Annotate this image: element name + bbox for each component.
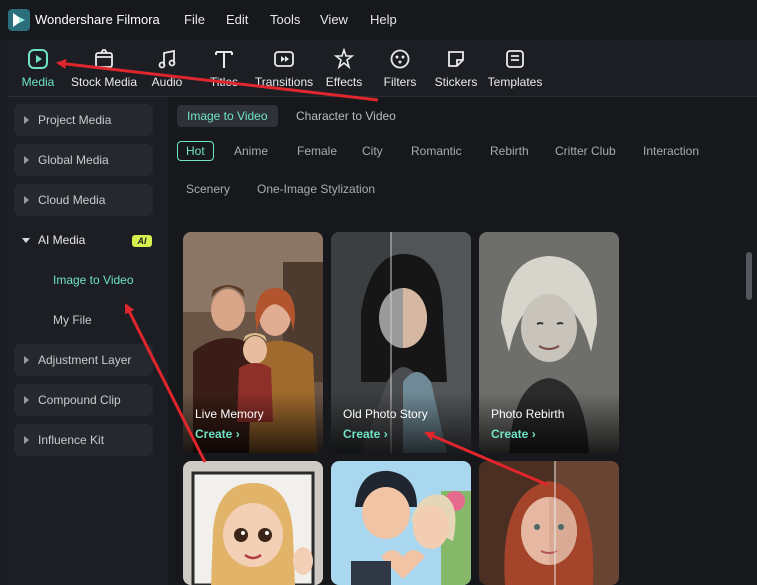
chevron-right-icon xyxy=(24,356,29,364)
toolbar-stock-media[interactable]: Stock Media xyxy=(69,40,139,96)
template-card-photo-rebirth[interactable]: Photo Rebirth Create › xyxy=(479,232,619,453)
card-title: Live Memory xyxy=(195,407,264,421)
sidebar-subitem-image-to-video[interactable]: Image to Video xyxy=(53,273,134,287)
sidebar-item-ai-media[interactable]: AI Media AI xyxy=(14,224,153,256)
toolbar-titles-label: Titles xyxy=(209,75,239,89)
toolbar-stock-media-label: Stock Media xyxy=(70,75,138,89)
chevron-right-icon xyxy=(24,156,29,164)
sidebar-item-compound-clip[interactable]: Compound Clip xyxy=(14,384,153,416)
templates-icon xyxy=(506,50,524,68)
ai-badge: AI xyxy=(132,235,152,247)
sidebar-item-project-media[interactable]: Project Media xyxy=(14,104,153,136)
category-anime[interactable]: Anime xyxy=(234,142,268,160)
toolbar-effects[interactable]: Effects xyxy=(324,40,364,96)
toolbar-transitions-label: Transitions xyxy=(254,75,314,89)
category-city[interactable]: City xyxy=(362,142,383,160)
couple-heart-thumbnail xyxy=(331,461,471,585)
menu-tools[interactable]: Tools xyxy=(270,12,300,27)
card-create-link[interactable]: Create › xyxy=(195,427,240,441)
sidebar-subitem-my-file[interactable]: My File xyxy=(53,313,92,327)
cartoon-girl-thumbnail xyxy=(183,461,323,585)
chevron-down-icon xyxy=(22,238,30,243)
sidebar-item-label: Adjustment Layer xyxy=(38,353,132,367)
category-rebirth[interactable]: Rebirth xyxy=(490,142,529,160)
menu-edit[interactable]: Edit xyxy=(226,12,248,27)
sidebar-item-influence-kit[interactable]: Influence Kit xyxy=(14,424,153,456)
media-icon xyxy=(28,49,48,69)
filmora-logo-icon xyxy=(8,9,30,31)
menu-help[interactable]: Help xyxy=(370,12,397,27)
sidebar-item-global-media[interactable]: Global Media xyxy=(14,144,153,176)
card-title: Old Photo Story xyxy=(343,407,428,421)
menu-file[interactable]: File xyxy=(184,12,205,27)
category-romantic[interactable]: Romantic xyxy=(411,142,462,160)
toolbar-filters[interactable]: Filters xyxy=(380,40,420,96)
filters-icon xyxy=(390,49,410,69)
chevron-right-icon xyxy=(24,436,29,444)
category-critter-club[interactable]: Critter Club xyxy=(555,142,616,160)
card-title: Photo Rebirth xyxy=(491,407,565,421)
toolbar-stickers-label: Stickers xyxy=(434,75,478,89)
card-create-link[interactable]: Create › xyxy=(491,427,536,441)
card-create-link[interactable]: Create › xyxy=(343,427,388,441)
redhead-portrait-thumbnail xyxy=(479,461,619,585)
sidebar-item-label: Global Media xyxy=(38,153,109,167)
category-one-image-stylization[interactable]: One-Image Stylization xyxy=(257,180,375,198)
toolbar-filters-label: Filters xyxy=(383,75,417,89)
toolbar-media-label: Media xyxy=(21,75,55,89)
toolbar-effects-label: Effects xyxy=(325,75,363,89)
toolbar-templates[interactable]: Templates xyxy=(488,40,542,96)
titles-icon xyxy=(215,51,233,68)
audio-icon xyxy=(158,49,176,69)
tab-character-to-video[interactable]: Character to Video xyxy=(286,105,406,127)
toolbar-titles[interactable]: Titles xyxy=(204,40,244,96)
media-toolbar: Media Stock Media Audio Titles Transitio… xyxy=(8,40,757,96)
template-card-cartoon-girl[interactable] xyxy=(183,461,323,585)
sidebar-item-label: AI Media xyxy=(38,233,86,247)
main-panel: Media Stock Media Audio Titles Transitio… xyxy=(8,40,757,585)
template-card-live-memory[interactable]: Live Memory Create › xyxy=(183,232,323,453)
chevron-right-icon xyxy=(24,116,29,124)
toolbar-templates-label: Templates xyxy=(487,75,543,89)
app-title: Wondershare Filmora xyxy=(35,12,160,27)
stock-media-icon xyxy=(95,49,113,68)
effects-icon xyxy=(333,48,355,70)
category-interaction[interactable]: Interaction xyxy=(643,142,699,160)
chevron-right-icon xyxy=(24,396,29,404)
toolbar-transitions[interactable]: Transitions xyxy=(254,40,314,96)
menu-view[interactable]: View xyxy=(320,12,348,27)
tab-image-to-video[interactable]: Image to Video xyxy=(177,105,278,127)
chevron-right-icon xyxy=(24,196,29,204)
media-sidebar: Project Media Global Media Cloud Media A… xyxy=(8,97,168,585)
stickers-icon xyxy=(448,51,464,67)
template-card-old-photo-story[interactable]: Old Photo Story Create › xyxy=(331,232,471,453)
sidebar-item-adjustment-layer[interactable]: Adjustment Layer xyxy=(14,344,153,376)
category-female[interactable]: Female xyxy=(297,142,337,160)
content-area: Image to Video Character to Video Hot An… xyxy=(168,97,757,585)
sidebar-item-label: Influence Kit xyxy=(38,433,105,447)
transitions-icon xyxy=(274,51,294,67)
category-hot[interactable]: Hot xyxy=(177,141,214,161)
sidebar-item-label: Compound Clip xyxy=(38,393,121,407)
content-scrollbar[interactable] xyxy=(746,252,752,300)
title-bar: Wondershare Filmora File Edit Tools View… xyxy=(0,0,757,40)
template-card-couple-heart[interactable] xyxy=(331,461,471,585)
sidebar-item-label: Project Media xyxy=(38,113,112,127)
template-card-portrait-redhead[interactable] xyxy=(479,461,619,585)
toolbar-stickers[interactable]: Stickers xyxy=(434,40,478,96)
category-scenery[interactable]: Scenery xyxy=(186,180,230,198)
sidebar-item-cloud-media[interactable]: Cloud Media xyxy=(14,184,153,216)
sidebar-item-label: Cloud Media xyxy=(38,193,106,207)
toolbar-audio[interactable]: Audio xyxy=(147,40,187,96)
toolbar-audio-label: Audio xyxy=(151,75,183,89)
toolbar-media[interactable]: Media xyxy=(20,40,56,96)
